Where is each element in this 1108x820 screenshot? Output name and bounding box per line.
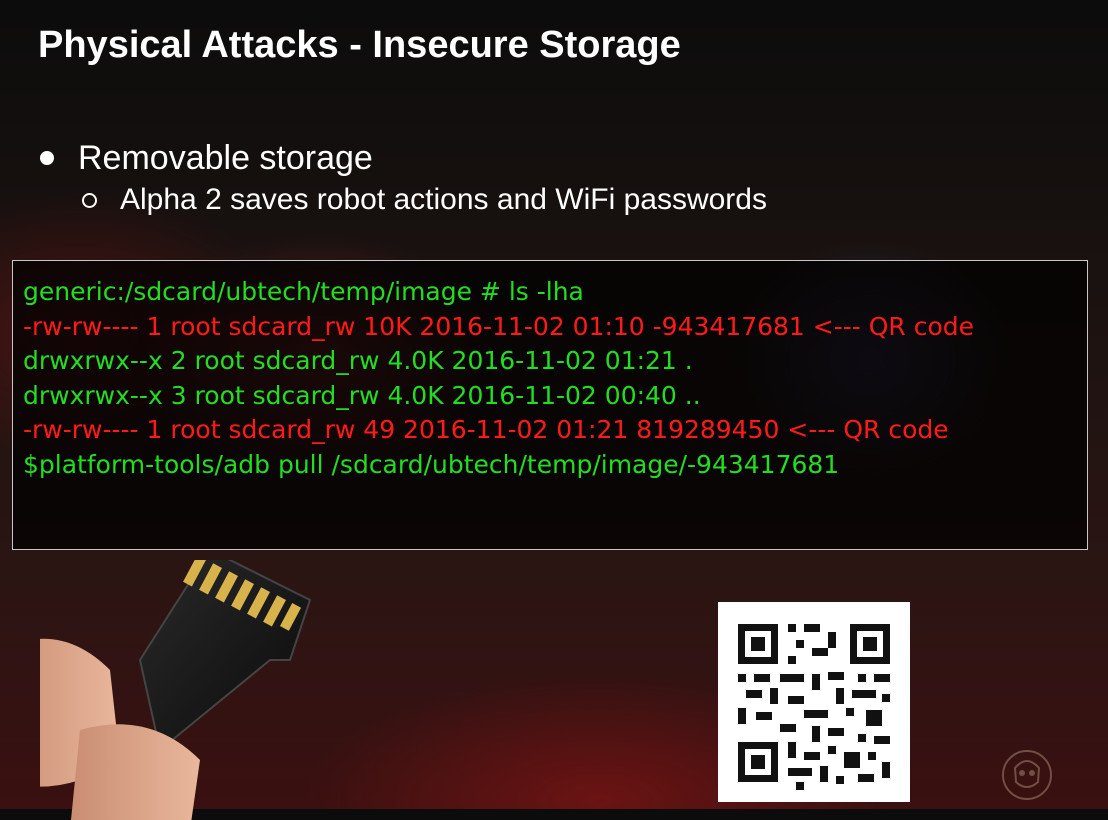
bullet-list: Removable storage Alpha 2 saves robot ac… bbox=[38, 136, 767, 220]
terminal-line: $platform-tools/adb pull /sdcard/ubtech/… bbox=[23, 449, 840, 479]
terminal-line: -rw-rw---- 1 root sdcard_rw 10K 2016-11-… bbox=[23, 311, 975, 341]
terminal-line: -rw-rw---- 1 root sdcard_rw 49 2016-11-0… bbox=[23, 415, 949, 444]
bullet-text: Removable storage bbox=[78, 138, 373, 177]
terminal-output: generic:/sdcard/ubtech/temp/image # ls -… bbox=[12, 260, 1088, 550]
terminal-line: generic:/sdcard/ubtech/temp/image # ls -… bbox=[23, 277, 584, 306]
sub-bullet-text: Alpha 2 saves robot actions and WiFi pas… bbox=[120, 183, 767, 216]
terminal-line: drwxrwx--x 3 root sdcard_rw 4.0K 2016-11… bbox=[23, 380, 701, 410]
qr-code-icon bbox=[718, 602, 910, 802]
slide-title: Physical Attacks - Insecure Storage bbox=[38, 24, 681, 66]
sd-card-icon bbox=[40, 560, 312, 820]
bullet-dot-icon bbox=[40, 151, 54, 165]
sub-bullet-item-alpha2: Alpha 2 saves robot actions and WiFi pas… bbox=[82, 180, 767, 220]
terminal-line: drwxrwx--x 2 root sdcard_rw 4.0K 2016-11… bbox=[23, 346, 693, 375]
bullet-ring-icon bbox=[82, 192, 97, 208]
skull-logo-icon bbox=[1002, 750, 1052, 800]
bullet-item-removable-storage: Removable storage bbox=[38, 136, 767, 180]
